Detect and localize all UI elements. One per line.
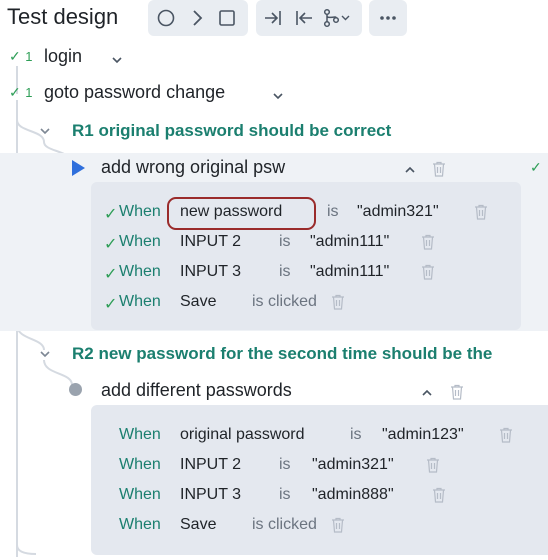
chevron-up-icon[interactable] <box>404 163 416 175</box>
step-target[interactable]: INPUT 3 <box>180 486 241 504</box>
chevron-down-icon[interactable] <box>39 347 51 359</box>
step-operator: is clicked <box>252 293 317 310</box>
step-value[interactable]: "admin321" <box>312 456 394 474</box>
pass-check-icon: ✓ <box>9 84 21 100</box>
step-pass-icon: ✓ <box>104 206 118 223</box>
trash-icon[interactable] <box>421 234 435 250</box>
trash-icon[interactable] <box>499 427 513 443</box>
step-target[interactable]: original password <box>180 426 305 444</box>
trash-icon[interactable] <box>432 487 446 503</box>
trash-icon[interactable] <box>331 517 345 533</box>
step-when: When <box>119 293 161 310</box>
step-value[interactable]: "admin111" <box>310 263 389 281</box>
rule-title[interactable]: R1 original password should be correct <box>72 121 391 141</box>
pending-status-icon <box>69 383 82 396</box>
circle-icon[interactable] <box>154 6 178 30</box>
chevron-down-icon[interactable] <box>111 53 123 65</box>
step-value[interactable]: "admin111" <box>310 233 389 251</box>
step-target[interactable]: Save <box>180 516 216 534</box>
tree-node-login[interactable]: ✓ 1 <box>9 48 32 66</box>
trash-icon[interactable] <box>426 457 440 473</box>
step-when: When <box>119 426 161 443</box>
step-operator: is <box>279 263 291 280</box>
step-controls-group <box>256 0 362 36</box>
trash-icon[interactable] <box>474 204 488 220</box>
pass-check-icon: ✓ <box>9 48 21 64</box>
step-operator: is clicked <box>252 516 317 533</box>
run-count: 1 <box>25 85 33 100</box>
node-label[interactable]: goto password change <box>44 82 225 103</box>
step-target[interactable]: new password <box>180 203 282 221</box>
step-when: When <box>119 263 161 280</box>
play-icon[interactable] <box>70 159 86 182</box>
run-controls-group <box>148 0 248 36</box>
chevron-down-icon[interactable] <box>39 124 51 136</box>
step-operator: is <box>350 426 362 443</box>
chevron-up-icon[interactable] <box>421 386 433 398</box>
step-back-icon[interactable] <box>292 6 316 30</box>
branch-icon[interactable] <box>320 6 356 30</box>
rule-title[interactable]: R2 new password for the second time shou… <box>72 344 492 364</box>
step-target[interactable]: INPUT 2 <box>180 233 241 251</box>
step-when: When <box>119 233 161 250</box>
step-target[interactable]: Save <box>180 293 216 311</box>
more-group <box>369 0 407 36</box>
trash-icon[interactable] <box>331 294 345 310</box>
step-pass-icon: ✓ <box>104 296 118 313</box>
step-when: When <box>119 456 161 473</box>
trash-icon[interactable] <box>421 264 435 280</box>
case-label[interactable]: add different passwords <box>101 380 292 401</box>
step-target[interactable]: INPUT 2 <box>180 456 241 474</box>
step-operator: is <box>279 233 291 250</box>
step-pass-icon: ✓ <box>104 236 118 253</box>
tree-node-goto-password-change[interactable]: ✓ 1 <box>9 84 32 102</box>
case-label[interactable]: add wrong original psw <box>101 157 285 178</box>
node-label[interactable]: login <box>44 46 82 67</box>
chevron-right-icon[interactable] <box>185 6 209 30</box>
step-pass-icon: ✓ <box>104 266 118 283</box>
page-title: Test design <box>7 4 119 29</box>
step-operator: is <box>327 203 339 220</box>
step-value[interactable]: "admin888" <box>312 486 394 504</box>
step-operator: is <box>279 456 291 473</box>
pass-check-icon: ✓ <box>530 159 542 175</box>
step-value[interactable]: "admin321" <box>357 203 439 221</box>
chevron-down-icon[interactable] <box>272 89 284 101</box>
step-value[interactable]: "admin123" <box>382 426 464 444</box>
run-count: 1 <box>25 49 33 64</box>
step-target[interactable]: INPUT 3 <box>180 263 241 281</box>
trash-icon[interactable] <box>450 384 464 400</box>
step-when: When <box>119 486 161 503</box>
step-operator: is <box>279 486 291 503</box>
more-icon[interactable] <box>376 6 400 30</box>
trash-icon[interactable] <box>432 161 446 177</box>
square-icon[interactable] <box>215 6 239 30</box>
step-when: When <box>119 516 161 533</box>
step-when: When <box>119 203 161 220</box>
step-into-icon[interactable] <box>261 6 285 30</box>
